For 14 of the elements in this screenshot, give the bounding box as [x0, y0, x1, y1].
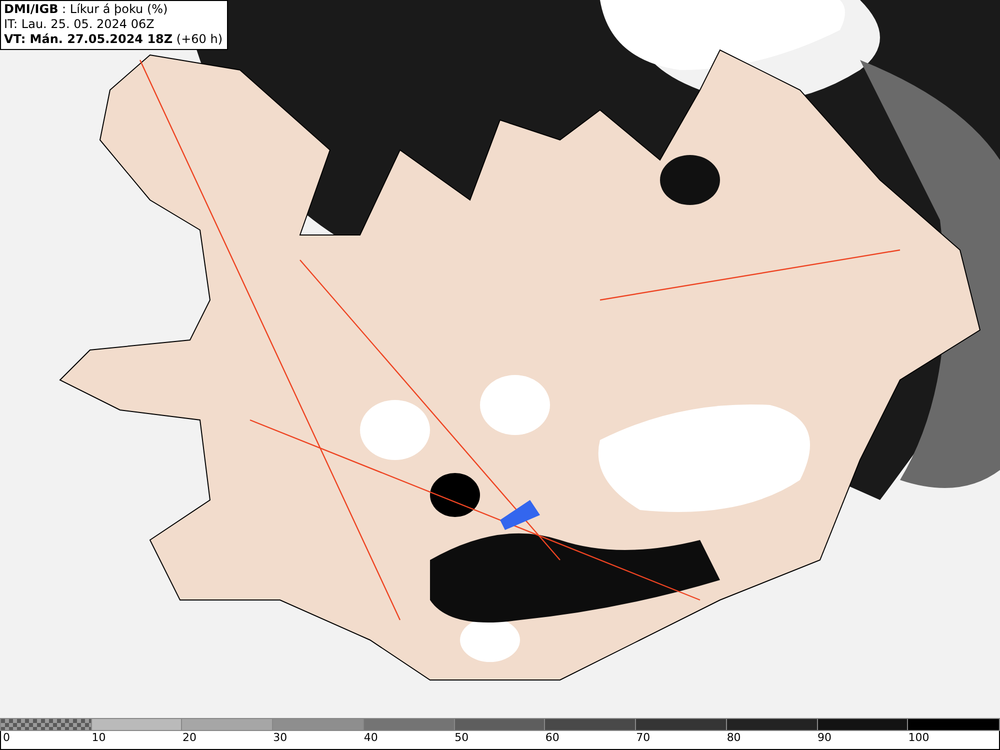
legend-label: 90: [818, 731, 832, 746]
issue-time: IT: Lau. 25. 05. 2024 06Z: [4, 17, 156, 32]
map-title: DMI/IGB : Líkur á þoku (%): [4, 2, 169, 17]
legend-label: 70: [636, 731, 650, 746]
legend-label: 80: [726, 731, 741, 746]
legend-label: 40: [364, 731, 378, 746]
legend-label: 0: [3, 731, 10, 746]
legend-label: 100: [908, 731, 930, 746]
legend-label: 30: [273, 731, 288, 746]
legend-label: 50: [454, 731, 469, 746]
legend-label: 20: [182, 731, 196, 746]
legend-label: 10: [92, 731, 106, 746]
legend-label: 60: [545, 731, 560, 746]
valid-time: VT: Mán. 27.05.2024 18Z (+60 h): [4, 32, 223, 47]
